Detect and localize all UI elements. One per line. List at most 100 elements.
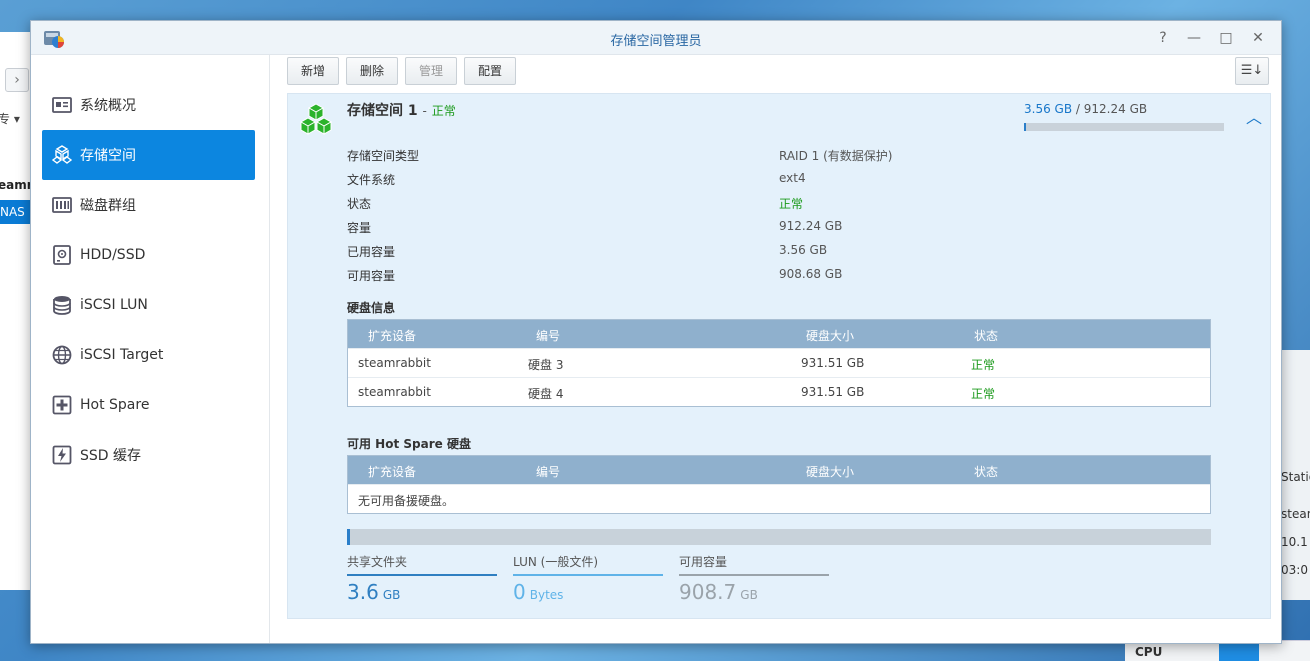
property-key: 容量 — [347, 221, 372, 235]
background-fragment: Statio — [1281, 470, 1310, 484]
close-icon[interactable]: ✕ — [1248, 28, 1268, 48]
title-bar[interactable]: 存储空间管理员 ? — □ ✕ — [31, 21, 1281, 55]
column-header[interactable]: 状态 — [974, 463, 998, 480]
allocation-bar — [347, 529, 1211, 545]
property-row: 状态 正常 — [347, 195, 1047, 219]
window-title: 存储空间管理员 — [610, 34, 702, 49]
sidebar-item-disk-group[interactable]: 磁盘群组 — [42, 180, 255, 230]
cell-status: 正常 — [971, 387, 996, 401]
volume-status: 正常 — [431, 104, 456, 118]
sidebar-item-label: SSD 缓存 — [80, 448, 142, 464]
property-value: 3.56 GB — [779, 243, 828, 257]
sidebar: 系统概况 存储空间 磁盘群组 HDD/SSD iSCSI LUN iSCSI T… — [31, 55, 270, 643]
property-key: 可用容量 — [347, 269, 396, 283]
table-row[interactable]: steamrabbit 硬盘 3 931.51 GB 正常 — [348, 348, 1210, 377]
column-header[interactable]: 硬盘大小 — [806, 463, 854, 480]
ssd-cache-icon — [52, 445, 72, 465]
sort-button[interactable]: ☰↓ — [1235, 57, 1269, 85]
property-value: ext4 — [779, 171, 806, 185]
volume-panel: 存储空间 1 - 正常 3.56 GB / 912.24 GB ︿ 存储空间类型… — [287, 93, 1271, 619]
hdd-icon — [53, 245, 71, 265]
disk-group-icon — [52, 197, 72, 213]
sidebar-item-label: 系统概况 — [80, 98, 136, 114]
table-header: 扩充设备 编号 硬盘大小 状态 — [348, 320, 1210, 348]
sidebar-item-ssd-cache[interactable]: SSD 缓存 — [42, 430, 255, 480]
property-key: 状态 — [347, 197, 372, 211]
title-separator: - — [422, 104, 427, 118]
forward-arrow-icon[interactable]: › — [5, 68, 29, 92]
stat-label: 可用容量 — [679, 555, 728, 569]
disk-info-table: 扩充设备 编号 硬盘大小 状态 steamrabbit 硬盘 3 931.51 … — [347, 319, 1211, 407]
toolbar: 新增 删除 管理 配置 — [287, 57, 517, 85]
help-icon[interactable]: ? — [1153, 28, 1173, 48]
column-header[interactable]: 扩充设备 — [368, 463, 416, 480]
sidebar-item-label: 磁盘群组 — [80, 198, 136, 214]
background-fragment: 03:0 — [1281, 563, 1308, 577]
cpu-label: CPU — [1135, 645, 1163, 659]
usage-slash: / — [1075, 102, 1080, 116]
sidebar-item-iscsi-lun[interactable]: iSCSI LUN — [42, 280, 255, 330]
property-value: 908.68 GB — [779, 267, 843, 281]
delete-button[interactable]: 删除 — [346, 57, 399, 85]
volume-title: 存储空间 1 - 正常 — [347, 100, 456, 120]
sidebar-item-label: iSCSI LUN — [80, 297, 148, 313]
column-header[interactable]: 状态 — [974, 327, 998, 344]
minimize-icon[interactable]: — — [1184, 28, 1204, 48]
property-row: 存储空间类型 RAID 1 (有数据保护) — [347, 147, 1047, 171]
collapse-chevron-up-icon[interactable]: ︿ — [1246, 104, 1262, 128]
background-fragment: steam — [1281, 507, 1310, 521]
property-key: 文件系统 — [347, 173, 396, 187]
property-value: 912.24 GB — [779, 219, 843, 233]
stat-value: 908.7 — [679, 580, 737, 604]
sidebar-item-volume[interactable]: 存储空间 — [42, 130, 255, 180]
manage-button[interactable]: 管理 — [405, 57, 458, 85]
sidebar-item-label: iSCSI Target — [80, 347, 164, 363]
stat-label: 共享文件夹 — [347, 555, 408, 569]
maximize-icon[interactable]: □ — [1216, 28, 1236, 48]
property-value: 正常 — [779, 197, 804, 211]
config-button[interactable]: 配置 — [464, 57, 517, 85]
total-capacity: 912.24 GB — [1083, 102, 1148, 116]
background-fragment: 10.1 — [1281, 535, 1308, 549]
empty-row: 无可用备援硬盘。 — [348, 484, 1210, 513]
property-key: 存储空间类型 — [347, 149, 420, 163]
stat-underline — [347, 574, 497, 576]
column-header[interactable]: 硬盘大小 — [806, 327, 854, 344]
background-fragment: 专 ▾ — [0, 112, 20, 126]
sidebar-item-iscsi-target[interactable]: iSCSI Target — [42, 330, 255, 380]
volume-icon — [52, 145, 72, 164]
new-button[interactable]: 新增 — [287, 57, 340, 85]
volume-properties: 存储空间类型 RAID 1 (有数据保护) 文件系统 ext4 状态 正常 容量… — [347, 147, 1047, 291]
stat-shared-folder: 共享文件夹 3.6 GB — [347, 553, 497, 604]
background-fragment-selected[interactable]: NAS — [0, 200, 34, 224]
column-header[interactable]: 编号 — [536, 327, 560, 344]
column-header[interactable]: 编号 — [536, 463, 560, 480]
usage-bar — [1024, 123, 1224, 131]
stat-free-capacity: 可用容量 908.7 GB — [679, 553, 829, 604]
usage-bar-fill — [1024, 123, 1026, 131]
property-row: 容量 912.24 GB — [347, 219, 1047, 243]
cell-device: steamrabbit — [358, 385, 431, 399]
target-icon — [52, 345, 72, 365]
sidebar-item-hdd-ssd[interactable]: HDD/SSD — [42, 230, 255, 280]
table-header: 扩充设备 编号 硬盘大小 状态 — [348, 456, 1210, 484]
cell-size: 931.51 GB — [801, 356, 865, 370]
stat-underline — [513, 574, 663, 576]
overview-icon — [52, 97, 72, 113]
storage-manager-window: 存储空间管理员 ? — □ ✕ 系统概况 存储空间 磁盘群组 HDD/SSD i… — [30, 20, 1282, 644]
volume-name: 存储空间 1 — [347, 103, 418, 119]
disk-info-title: 硬盘信息 — [347, 301, 396, 315]
stat-label: LUN (一般文件) — [513, 555, 599, 569]
stat-unit: GB — [740, 588, 758, 602]
cell-status: 正常 — [971, 358, 996, 372]
cell-device: steamrabbit — [358, 356, 431, 370]
sidebar-item-hot-spare[interactable]: Hot Spare — [42, 380, 255, 430]
stat-value: 0 — [513, 580, 526, 604]
volume-usage-text: 3.56 GB / 912.24 GB — [1024, 102, 1147, 116]
sidebar-item-overview[interactable]: 系统概况 — [42, 80, 255, 130]
hot-spare-icon — [52, 395, 72, 415]
table-row[interactable]: steamrabbit 硬盘 4 931.51 GB 正常 — [348, 377, 1210, 406]
hot-spare-title: 可用 Hot Spare 硬盘 — [347, 437, 471, 451]
column-header[interactable]: 扩充设备 — [368, 327, 416, 344]
property-row: 可用容量 908.68 GB — [347, 267, 1047, 291]
